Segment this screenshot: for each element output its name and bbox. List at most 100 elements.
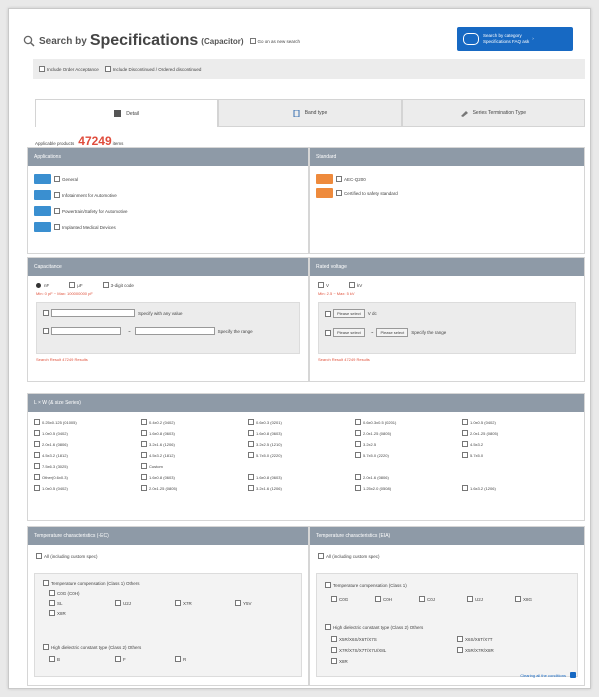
size-option[interactable]: Custom	[141, 462, 248, 470]
temp-eia-checkbox[interactable]	[331, 647, 337, 653]
temp-ec-checkbox[interactable]	[235, 600, 241, 606]
application-option[interactable]: Infotainment for Automotive	[34, 190, 302, 200]
temp-eia-checkbox[interactable]	[331, 636, 337, 642]
standard-option[interactable]: AEC-Q200	[316, 174, 578, 184]
temp-eia-item[interactable]: C0G	[331, 596, 348, 602]
size-checkbox[interactable]	[355, 474, 361, 480]
size-option[interactable]: 0.4x0.2 (0402)	[141, 418, 248, 426]
temp-eia-all-checkbox[interactable]	[318, 553, 324, 559]
size-option[interactable]: 2.0x1.25 (0805)	[462, 429, 569, 437]
size-option[interactable]: 1.0x0.5 (0402)	[34, 429, 141, 437]
size-option[interactable]: 1.6x0.8 (0603)	[248, 429, 355, 437]
size-option[interactable]: 1.0x0.5 (0402)	[34, 484, 141, 492]
scope-option-1[interactable]: Include Order Acceptance	[39, 66, 99, 72]
unit-v-option[interactable]: V	[318, 282, 329, 288]
size-checkbox[interactable]	[141, 441, 147, 447]
temp-ec-checkbox[interactable]	[49, 610, 55, 616]
temp-ec-item[interactable]: B	[49, 656, 60, 662]
quick-search-option[interactable]: Go on as new search	[249, 38, 300, 44]
temp-ec-item[interactable]: C0G (C0H)	[49, 590, 80, 596]
unit-uf-option[interactable]: μF	[69, 282, 83, 288]
size-checkbox[interactable]	[248, 430, 254, 436]
application-option[interactable]: General	[34, 174, 302, 184]
size-checkbox[interactable]	[34, 452, 40, 458]
temp-eia-item[interactable]: X5R/X7R/X8R	[457, 647, 494, 653]
application-checkbox[interactable]	[54, 224, 60, 230]
temp-ec-checkbox[interactable]	[49, 590, 55, 596]
size-checkbox[interactable]	[34, 485, 40, 491]
application-checkbox[interactable]	[54, 176, 60, 182]
temp-eia-checkbox[interactable]	[331, 658, 337, 664]
capacitance-min-input[interactable]	[51, 327, 121, 335]
temp-eia-checkbox[interactable]	[419, 596, 425, 602]
temp-ec-checkbox[interactable]	[175, 656, 181, 662]
temp-eia-item[interactable]: X8G	[515, 596, 532, 602]
size-option[interactable]: 3.2x1.6 (1206)	[141, 440, 248, 448]
temp-ec-checkbox[interactable]	[115, 656, 121, 662]
size-option[interactable]: Other(0.6x0.3)	[34, 473, 141, 481]
temp-eia-group1-checkbox[interactable]	[325, 582, 331, 588]
temp-eia-checkbox[interactable]	[467, 596, 473, 602]
scope-checkbox-1[interactable]	[39, 66, 45, 72]
size-option[interactable]: 1.6x0.8 (0603)	[141, 473, 248, 481]
size-option[interactable]: 1.6x0.8 (0603)	[248, 473, 355, 481]
temp-ec-all-checkbox[interactable]	[36, 553, 42, 559]
size-checkbox[interactable]	[355, 419, 361, 425]
temp-eia-checkbox[interactable]	[375, 596, 381, 602]
unit-kv-checkbox[interactable]	[349, 282, 356, 288]
size-checkbox[interactable]	[141, 419, 147, 425]
size-option[interactable]: 2.0x1.25 (0805)	[141, 484, 248, 492]
unit-v-checkbox[interactable]	[318, 282, 324, 288]
voltage-select[interactable]: Please select	[333, 309, 365, 318]
temp-ec-checkbox[interactable]	[115, 600, 121, 606]
size-option[interactable]: 3.2x2.5 (1210)	[248, 440, 355, 448]
temp-ec-item[interactable]: F	[115, 656, 126, 662]
specify-checkbox[interactable]	[43, 310, 49, 316]
application-checkbox[interactable]	[54, 192, 60, 198]
size-checkbox[interactable]	[462, 430, 468, 436]
temp-ec-group1[interactable]: Temperature compensation (Class 1) Other…	[43, 580, 140, 586]
size-option[interactable]: 3.2x1.6 (1206)	[248, 484, 355, 492]
size-option[interactable]: 7.5x6.3 (3025)	[34, 462, 141, 470]
scope-option-2[interactable]: Include Discontinued / Ordered discontin…	[104, 66, 201, 72]
temp-eia-checkbox[interactable]	[457, 636, 463, 642]
size-option[interactable]: 2.0x1.25 (0805)	[355, 429, 462, 437]
temp-eia-item[interactable]: U2J	[467, 596, 483, 602]
temp-eia-group2[interactable]: High dielectric constant type (Class 2) …	[325, 624, 423, 630]
temp-ec-group2-checkbox[interactable]	[43, 644, 49, 650]
temp-ec-item[interactable]: X8R	[49, 610, 66, 616]
temp-ec-item[interactable]: Y5V	[235, 600, 252, 606]
unit-nf-option[interactable]: nF	[36, 282, 49, 288]
temp-eia-item[interactable]: X6S/X6T/X7T	[457, 636, 493, 642]
range-checkbox[interactable]	[43, 328, 49, 334]
size-checkbox[interactable]	[248, 419, 254, 425]
size-checkbox[interactable]	[34, 474, 40, 480]
scope-checkbox-2[interactable]	[104, 66, 111, 72]
tab-band-type[interactable]: Band type	[218, 99, 402, 127]
size-option[interactable]: 4.5x3.2	[462, 440, 569, 448]
size-checkbox[interactable]	[355, 430, 361, 436]
size-checkbox[interactable]	[462, 419, 468, 425]
temp-ec-group1-checkbox[interactable]	[43, 580, 49, 586]
temp-eia-checkbox[interactable]	[457, 647, 463, 653]
application-option[interactable]: Powertrain/Safety for Automotive	[34, 206, 302, 216]
unit-kv-option[interactable]: kV	[349, 282, 362, 288]
size-option[interactable]: 4.5x3.2 (1812)	[141, 451, 248, 459]
standard-checkbox[interactable]	[336, 176, 342, 182]
temp-ec-group2[interactable]: High dielectric constant type (Class 2) …	[43, 644, 141, 650]
temp-ec-item[interactable]: X7R	[175, 600, 192, 606]
size-option[interactable]: 1.0x0.5 (0402)	[462, 418, 569, 426]
size-option[interactable]: 1.25x2.0 (0508)	[355, 484, 462, 492]
size-option[interactable]: 3.2x2.5	[355, 440, 462, 448]
size-checkbox[interactable]	[141, 452, 147, 458]
size-checkbox[interactable]	[462, 441, 468, 447]
size-checkbox[interactable]	[141, 485, 147, 491]
size-option[interactable]: 0.6x0.3 (0201)	[248, 418, 355, 426]
temp-eia-item[interactable]: X8R	[331, 658, 348, 664]
temp-ec-checkbox[interactable]	[49, 600, 55, 606]
help-button[interactable]: Search by category Specifications FAQ as…	[457, 27, 573, 51]
temp-ec-item[interactable]: R	[175, 656, 186, 662]
capacitance-value-input[interactable]	[51, 309, 135, 317]
size-option[interactable]: 5.7x5.0 (2220)	[248, 451, 355, 459]
size-option[interactable]: 1.6x3.2 (1206)	[462, 484, 569, 492]
